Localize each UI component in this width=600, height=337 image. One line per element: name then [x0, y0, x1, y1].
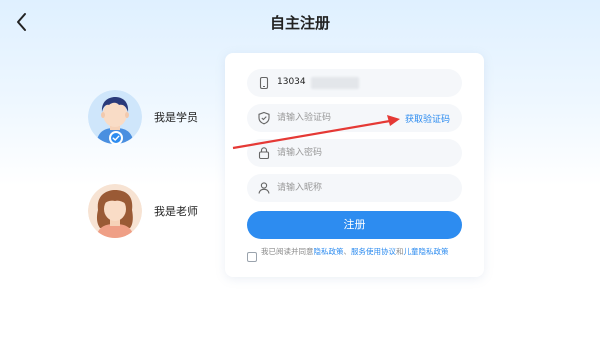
verification-code-field[interactable]: 获取验证码: [247, 104, 462, 132]
phone-field[interactable]: 13034: [247, 69, 462, 97]
header-bar: 自主注册: [0, 0, 600, 44]
teacher-avatar: [88, 184, 142, 238]
agreement-text: 我已阅读并同意隐私政策、服务使用协议和儿童隐私政策: [261, 246, 466, 257]
agreement-and: 和: [396, 247, 404, 256]
password-field[interactable]: [247, 139, 462, 167]
redacted-phone-digits: [311, 77, 359, 89]
page-title: 自主注册: [269, 14, 330, 32]
nickname-input[interactable]: [277, 174, 417, 202]
user-icon: [258, 182, 270, 194]
selected-check-icon: [109, 131, 123, 145]
register-button[interactable]: 注册: [247, 211, 462, 239]
privacy-policy-link[interactable]: 隐私政策: [314, 247, 344, 256]
child-privacy-policy-link[interactable]: 儿童隐私政策: [404, 247, 449, 256]
role-teacher-label: 我是老师: [154, 205, 198, 218]
phone-value: 13034: [277, 77, 306, 87]
service-agreement-link[interactable]: 服务使用协议: [351, 247, 396, 256]
register-form-card: 13034 获取验证码 注册 我已阅读并同意隐私政策、服务使用协议和儿童隐私政策: [225, 53, 484, 277]
verification-code-input[interactable]: [277, 104, 417, 132]
nickname-field[interactable]: [247, 174, 462, 202]
shield-icon: [258, 111, 270, 125]
agreement-separator: 、: [343, 247, 352, 256]
lock-icon: [258, 147, 270, 160]
get-code-button[interactable]: 获取验证码: [405, 112, 450, 125]
agreement-prefix: 我已阅读并同意: [261, 247, 314, 256]
role-student-label: 我是学员: [154, 111, 198, 124]
agreement-checkbox[interactable]: [247, 252, 257, 262]
role-teacher[interactable]: 我是老师: [88, 184, 238, 240]
phone-icon: [259, 76, 269, 90]
password-input[interactable]: [277, 139, 417, 167]
role-student[interactable]: 我是学员: [88, 90, 238, 146]
